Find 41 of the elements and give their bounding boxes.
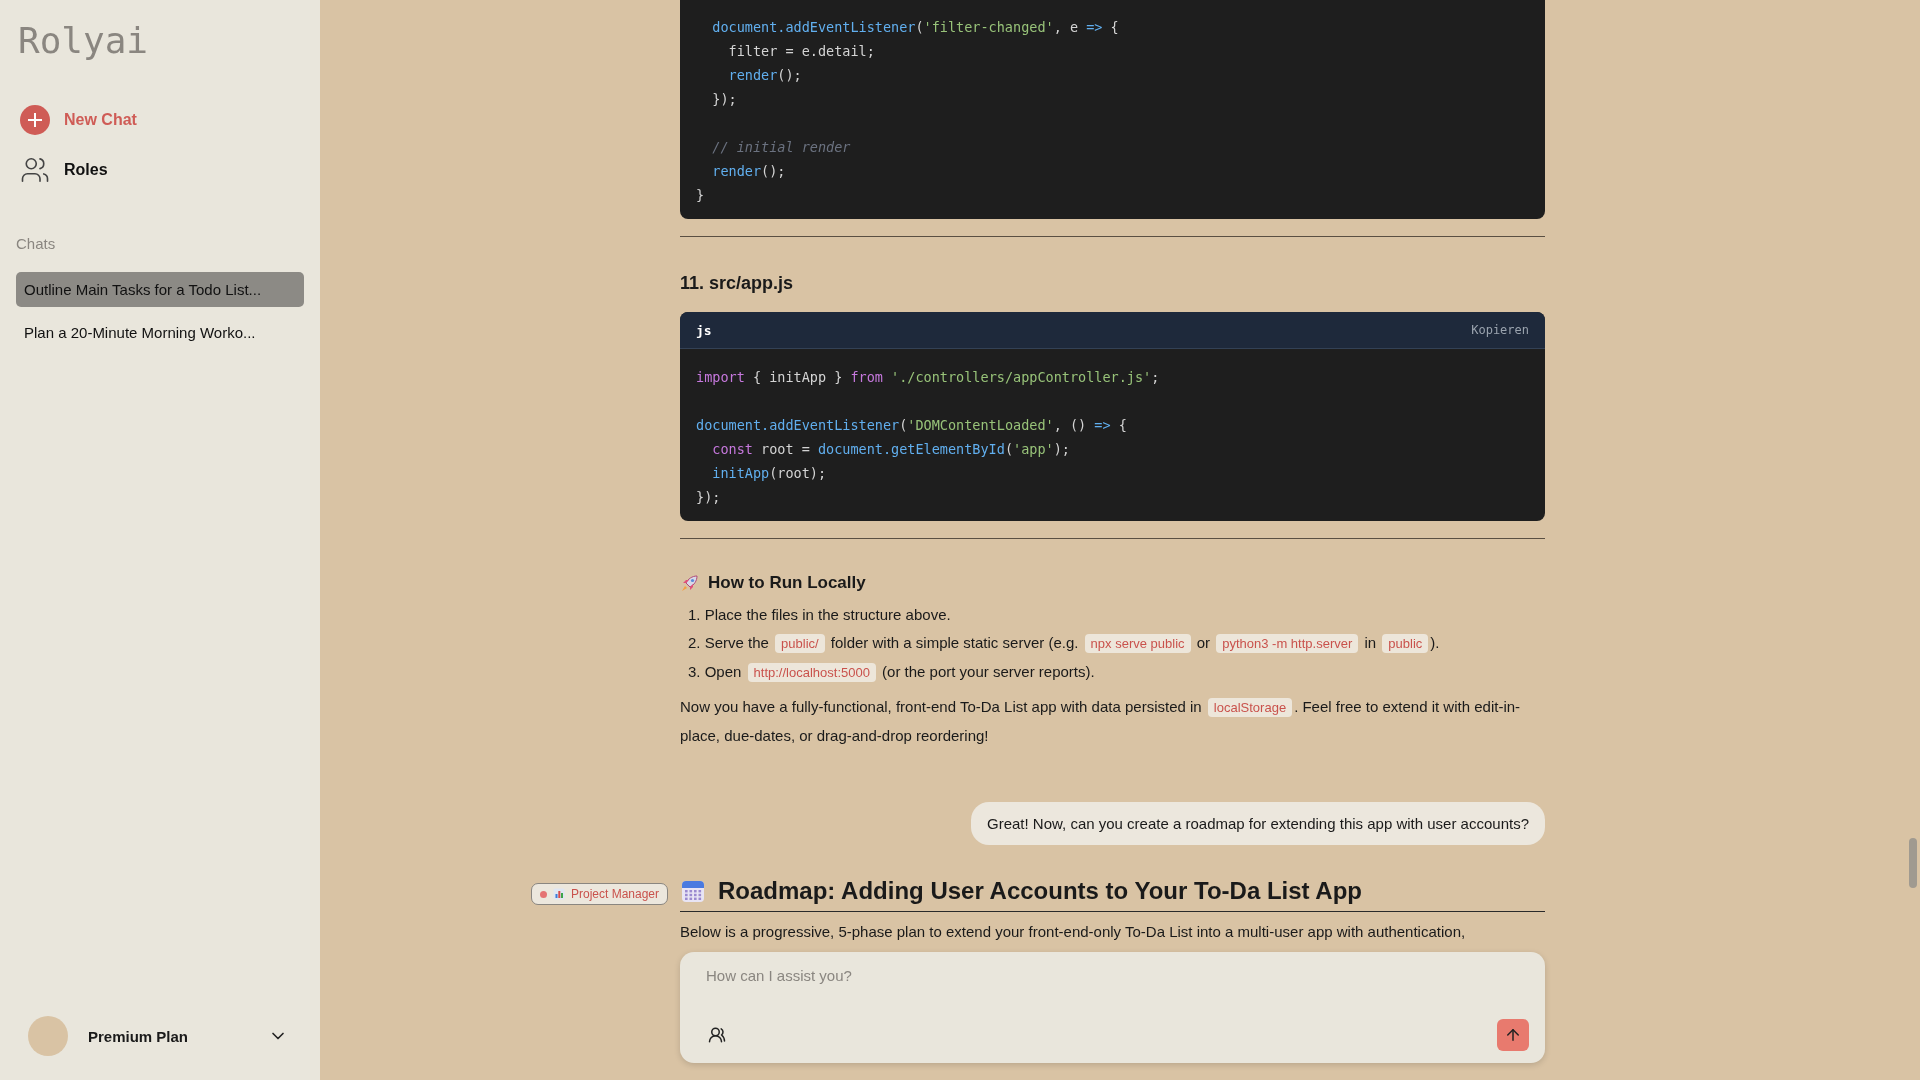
avatar (28, 1016, 68, 1056)
code-line: import { initApp } from './controllers/appController.js'; (696, 368, 1161, 387)
user-message: Great! Now, can you create a roadmap for extending this app with user accounts? (971, 802, 1545, 845)
chat-item[interactable]: Outline Main Tasks for a Todo List... (16, 272, 304, 307)
section-heading: How to Run Locally (708, 573, 866, 593)
list-item: 2. Serve the public/ folder with a simple static server (e.g. npx serve public or python3 -m http.server in public ). (688, 633, 1441, 655)
send-button[interactable] (1497, 1019, 1529, 1051)
code-line: const root = document.getElementById('app'); (711, 440, 1071, 459)
calendar-icon (680, 878, 706, 904)
list-item: 1. Place the files in the structure above. (688, 605, 952, 625)
answer-heading: Roadmap: Adding User Accounts to Your To-Da List App (718, 877, 1362, 905)
code-line: document.addEventListener('filter-changed', e => { (711, 18, 1120, 37)
paragraph: Now you have a fully-functional, front-end To-Da List app with data persisted in localStorage . Feel free to extend it with edit-in-place, due-dates, or drag-and-drop reordering! (680, 697, 1522, 746)
section-label: Chats (16, 235, 57, 252)
chat-item[interactable]: Plan a 20-Minute Morning Worko... (16, 315, 304, 350)
code-language: js (696, 322, 712, 338)
bar-chart-icon (552, 888, 565, 900)
file-heading: 11. src/app.js (680, 273, 795, 294)
people-icon (20, 155, 50, 185)
roles-link[interactable]: Roles (16, 153, 304, 187)
plan-name: Premium Plan (88, 1027, 190, 1045)
plus-icon (20, 105, 50, 135)
code-line: }); (711, 90, 738, 109)
message-input[interactable]: How can I assist you? (704, 966, 1529, 985)
code-line: }); (696, 488, 722, 507)
status-dot-icon (539, 890, 547, 898)
code-line: // initial render (711, 138, 852, 157)
code-line: document.addEventListener('DOMContentLoaded', () => { (696, 416, 1128, 435)
role-name: Project Manager (570, 887, 659, 901)
code-line: render(); (727, 66, 803, 85)
app-logo: Rolyai (18, 20, 150, 61)
list-item: 3. Open http://localhost:5000 (or the port your server reports). (688, 662, 1096, 684)
copy-button[interactable]: Kopieren (1471, 323, 1529, 337)
code-line: } (696, 186, 706, 205)
code-line: render(); (711, 162, 787, 181)
rocket-icon (680, 573, 700, 593)
code-line: initApp(root); (711, 464, 828, 483)
new-chat-link[interactable]: New Chat (16, 103, 304, 137)
paragraph: Below is a progressive, 5-phase plan to extend your front-end-only To-Da List into a multi-user app with authentication, (680, 922, 1467, 942)
people-icon (708, 1026, 726, 1044)
code-line: filter = e.detail; (727, 42, 876, 61)
